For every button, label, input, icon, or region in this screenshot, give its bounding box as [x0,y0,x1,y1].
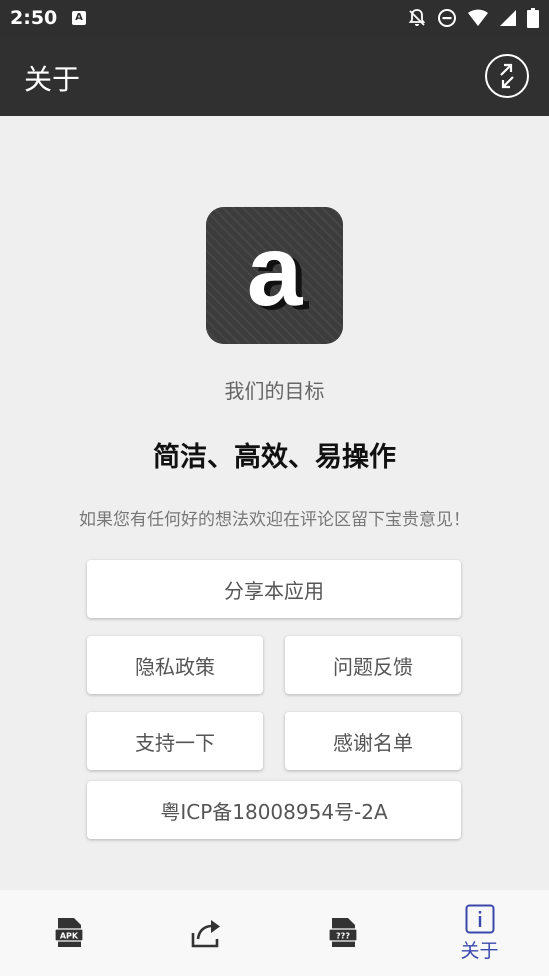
thanks-list-button[interactable]: 感谢名单 [285,712,461,770]
privacy-policy-button[interactable]: 隐私政策 [87,636,263,694]
support-button[interactable]: 支持一下 [87,712,263,770]
switch-button[interactable] [485,54,529,98]
status-bar: 2:50 A [0,0,549,36]
apk-file-icon: APK [53,918,84,947]
nav-label-about: 关于 [460,939,499,962]
unknown-file-icon: ??? [327,918,358,947]
switch-arrows-icon [500,63,514,89]
bottom-nav: APK ??? 关于 [0,890,549,976]
unknown-icon-text: ??? [336,932,350,941]
info-icon [465,904,494,933]
status-icons [407,8,539,28]
page-title: 关于 [24,63,81,96]
signal-icon [500,10,516,26]
app-logo: a [206,207,343,344]
app-bar: 关于 [0,36,549,116]
about-content: a 我们的目标 简洁、高效、易操作 如果您有任何好的想法欢迎在评论区留下宝贵意见… [0,116,549,890]
app-notification-icon: A [72,11,86,25]
feedback-button[interactable]: 问题反馈 [285,636,461,694]
share-icon [191,920,220,948]
share-app-button[interactable]: 分享本应用 [87,560,461,618]
apk-icon-text: APK [59,932,78,941]
nav-item-share[interactable] [137,890,274,976]
slogan: 简洁、高效、易操作 [153,442,396,473]
wifi-icon [468,9,488,26]
battery-icon [527,8,539,28]
nav-item-apk[interactable]: APK [0,890,137,976]
invite-text: 如果您有任何好的想法欢迎在评论区留下宝贵意见！ [79,510,470,530]
icp-button[interactable]: 粤ICP备18008954号-2A [87,781,461,839]
goal-label: 我们的目标 [224,379,325,403]
nav-item-about[interactable]: 关于 [411,890,548,976]
logo-letter: a [246,215,303,327]
do-not-disturb-icon [438,9,456,27]
status-time: 2:50 [10,7,58,29]
nav-item-unknown[interactable]: ??? [274,890,411,976]
notifications-off-icon [408,9,426,26]
